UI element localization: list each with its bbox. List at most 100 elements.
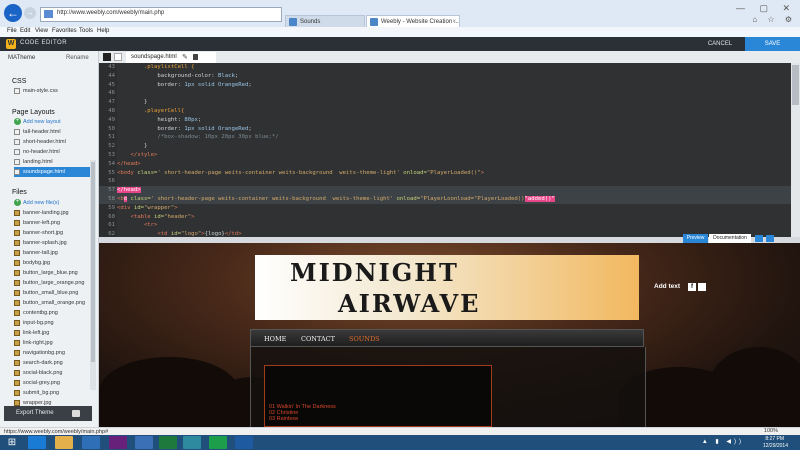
player-box[interactable] (264, 365, 492, 427)
layout-item-selected[interactable]: soundspage.html (14, 167, 92, 177)
code-line[interactable]: 54 </head> (99, 160, 791, 169)
file-tab[interactable]: soundspage.html ✎ (126, 52, 216, 63)
sidebar-scroll-thumb[interactable] (91, 162, 95, 362)
file-item[interactable]: banner-left.png (14, 218, 92, 228)
files-heading: Files (12, 189, 27, 196)
cancel-button[interactable]: CANCEL (700, 39, 740, 49)
code-line[interactable]: 56 (99, 177, 791, 186)
excel-icon[interactable] (159, 436, 177, 449)
popout-icon[interactable] (766, 235, 774, 242)
dark-theme-swatch[interactable] (103, 53, 111, 61)
file-item[interactable]: link-left.jpg (14, 328, 92, 338)
file-item[interactable]: social-black.png (14, 368, 92, 378)
menu-help[interactable]: Help (97, 28, 109, 34)
file-item[interactable]: social-grey.png (14, 378, 92, 388)
file-item[interactable]: search-dark.png (14, 358, 92, 368)
file-item[interactable]: bodybg.jpg (14, 258, 92, 268)
file-item[interactable]: button_small_orange.png (14, 298, 92, 308)
zoom-level[interactable]: 100% (764, 427, 778, 435)
light-theme-swatch[interactable] (114, 53, 122, 61)
code-line[interactable]: 59 <div id="wrapper"> (99, 204, 791, 213)
start-button[interactable]: ⊞ (4, 436, 20, 449)
file-item[interactable]: link-right.jpg (14, 338, 92, 348)
file-item[interactable]: main-style.css (14, 86, 92, 96)
add-layout-button[interactable]: + Add new layout (14, 117, 92, 127)
nav-home[interactable]: HOME (264, 335, 286, 343)
code-token: ; (248, 81, 252, 88)
line-number: 53 (108, 152, 115, 158)
add-files-button[interactable]: + Add new file(s) (14, 198, 92, 208)
app-taskbar-icon[interactable] (82, 436, 100, 449)
code-line[interactable]: 61 <tr> (99, 221, 791, 230)
code-line[interactable]: 60 <table id="header"> (99, 213, 791, 222)
app-taskbar-icon[interactable] (235, 436, 253, 449)
layout-item[interactable]: tall-header.html (14, 127, 92, 137)
code-line[interactable]: 58 <bo class=' short-header-page weits-co… (99, 195, 791, 204)
tab-preview[interactable]: Preview (683, 234, 708, 243)
menu-edit[interactable]: Edit (20, 28, 30, 34)
file-item[interactable]: submit_bg.png (14, 388, 92, 398)
file-item[interactable]: contentbg.png (14, 308, 92, 318)
track-item[interactable]: 03 Rainbow (269, 416, 298, 422)
code-line[interactable]: 45 border: 1px solid OrangeRed; (99, 81, 791, 90)
rename-link[interactable]: Rename (66, 55, 89, 61)
tab-weebly[interactable]: Weebly - Website Creation ... × (366, 15, 460, 27)
code-line[interactable]: 52 } (99, 142, 791, 151)
file-item[interactable]: button_large_orange.png (14, 278, 92, 288)
export-icon (72, 410, 80, 417)
facebook-icon[interactable]: f (688, 283, 696, 291)
menu-tools[interactable]: Tools (79, 28, 93, 34)
code-line[interactable]: 49 height: 80px; (99, 116, 791, 125)
save-button[interactable]: SAVE (745, 37, 800, 51)
code-line[interactable]: 48 .playerCell{ (99, 107, 791, 116)
layout-item[interactable]: no-header.html (14, 147, 92, 157)
code-line[interactable]: 44 background-color: Black; (99, 72, 791, 81)
system-tray[interactable]: ▲ ▮ ◀)) (702, 438, 744, 445)
app-taskbar-icon[interactable] (183, 436, 201, 449)
ie-taskbar-icon[interactable] (28, 436, 46, 449)
code-line[interactable]: 50 border: 1px solid OrangeRed; (99, 125, 791, 134)
file-item[interactable]: banner-tall.jpg (14, 248, 92, 258)
code-line[interactable]: 47 } (99, 98, 791, 107)
address-bar[interactable]: http://www.weebly.com/weebly/main.php (40, 7, 282, 22)
tab-sounds[interactable]: Sounds (285, 15, 365, 27)
file-item[interactable]: banner-landing.jpg (14, 208, 92, 218)
explorer-taskbar-icon[interactable] (55, 436, 73, 449)
banner-subtitle: AIRWAVE (338, 289, 481, 318)
tab-documentation[interactable]: Documentation (709, 234, 751, 243)
code-line[interactable]: 55 <body class=' short-header-page weits-… (99, 169, 791, 178)
vs-icon[interactable] (135, 436, 153, 449)
menu-favorites[interactable]: Favorites (52, 28, 77, 34)
trash-icon[interactable] (193, 54, 198, 60)
visual-studio-icon[interactable] (109, 436, 127, 449)
file-item[interactable]: banner-splash.jpg (14, 238, 92, 248)
expand-icon[interactable] (755, 235, 763, 242)
browser-icons[interactable]: ⌂ ☆ ⚙ (752, 15, 796, 24)
export-theme-button[interactable]: Export Theme (4, 406, 92, 421)
code-line[interactable]: 43 .playlistCell { (99, 63, 791, 72)
menu-view[interactable]: View (35, 28, 48, 34)
code-line[interactable]: 57 </head> (99, 186, 791, 195)
window-controls[interactable]: — ▢ ✕ (736, 3, 796, 14)
file-item[interactable]: button_small_blue.png (14, 288, 92, 298)
nav-sounds[interactable]: SOUNDS (349, 335, 380, 343)
file-item[interactable]: banner-short.jpg (14, 228, 92, 238)
add-text-link[interactable]: Add text (654, 283, 680, 290)
menu-file[interactable]: File (7, 28, 17, 34)
code-token: .playerCell{ (117, 108, 185, 114)
app-taskbar-icon[interactable] (209, 436, 227, 449)
nav-contact[interactable]: CONTACT (301, 335, 335, 343)
code-scroll-thumb[interactable] (792, 65, 799, 105)
layout-item[interactable]: short-header.html (14, 137, 92, 147)
back-button[interactable]: ← (4, 4, 22, 22)
forward-button[interactable]: → (24, 7, 36, 19)
layout-item[interactable]: landing.html (14, 157, 92, 167)
code-line[interactable]: 46 (99, 89, 791, 98)
pencil-icon[interactable]: ✎ (182, 52, 188, 63)
code-line[interactable]: 53 </style> (99, 151, 791, 160)
file-item[interactable]: button_large_blue.png (14, 268, 92, 278)
code-line[interactable]: 51 /*box-shadow: 10px 20px 30px blue;*/ (99, 133, 791, 142)
file-item[interactable]: navigationbg.png (14, 348, 92, 358)
file-item[interactable]: input-bg.png (14, 318, 92, 328)
mail-icon[interactable] (698, 283, 706, 291)
